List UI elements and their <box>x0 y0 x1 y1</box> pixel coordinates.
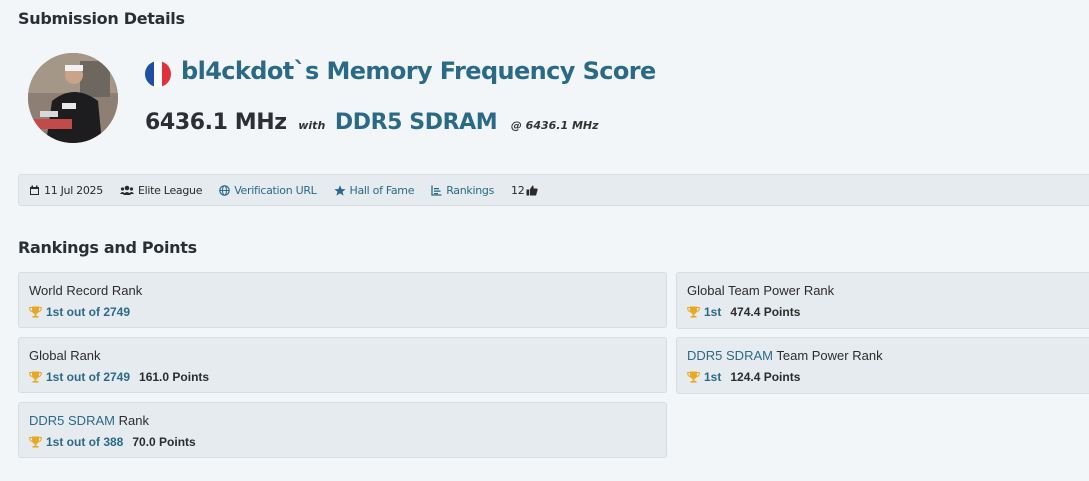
league-text: Elite League <box>137 183 203 197</box>
chart-icon <box>431 185 442 196</box>
trophy-icon <box>29 306 42 318</box>
avatar-image <box>28 53 118 143</box>
rankings-text: Rankings <box>446 183 495 197</box>
trophy-icon <box>29 436 42 448</box>
card-label: Global Rank <box>29 348 101 363</box>
card-label-rest: Team Power Rank <box>776 348 883 363</box>
with-label: with <box>298 119 326 132</box>
hardware-link[interactable]: DDR5 SDRAM <box>29 413 115 428</box>
points-value: 161.0 Points <box>139 370 210 384</box>
calendar-icon <box>30 185 39 195</box>
hardware-link[interactable]: DDR5 SDRAM <box>335 110 498 135</box>
score-value: 6436.1 MHz <box>145 110 287 135</box>
verification-link[interactable]: Verification URL <box>219 183 317 197</box>
rank-link[interactable]: 1st out of 2749 <box>46 370 130 384</box>
card-label-rest: Rank <box>118 413 149 428</box>
date-text: 11 Jul 2025 <box>44 183 103 197</box>
avatar[interactable] <box>28 53 118 143</box>
date-item: 11 Jul 2025 <box>29 184 103 197</box>
hardware-link[interactable]: DDR5 SDRAM <box>687 348 773 363</box>
star-icon <box>333 184 346 196</box>
league-item: Elite League <box>119 183 203 197</box>
rankings-link[interactable]: Rankings <box>431 184 494 197</box>
card-rank-line: 1st 124.4 Points <box>687 370 1089 384</box>
card-rank-line: 1st out of 388 70.0 Points <box>29 435 666 449</box>
global-team-power-rank-card: Global Team Power Rank 1st 474.4 Points <box>676 272 1089 329</box>
rank-link[interactable]: 1st <box>704 305 721 319</box>
trophy-icon <box>687 306 700 318</box>
hall-of-fame-link[interactable]: Hall of Fame <box>333 183 415 197</box>
card-label: World Record Rank <box>29 283 143 298</box>
hardware-rank-card: DDR5 SDRAM Rank 1st out of 388 70.0 Poin… <box>18 402 667 458</box>
global-rank-card: Global Rank 1st out of 2749 161.0 Points <box>18 337 667 393</box>
likes-count: 12 <box>511 183 525 197</box>
thumbs-up-icon <box>526 185 539 195</box>
globe-icon <box>219 184 230 196</box>
rank-link[interactable]: 1st out of 388 <box>46 435 123 449</box>
frequency-label: @ 6436.1 MHz <box>510 119 599 132</box>
trophy-icon <box>29 371 42 383</box>
card-rank-line: 1st 474.4 Points <box>687 305 1089 319</box>
card-rank-line: 1st out of 2749 <box>29 305 666 319</box>
rank-link[interactable]: 1st out of 2749 <box>46 305 130 319</box>
card-label: DDR5 SDRAM Team Power Rank <box>687 348 1089 364</box>
score-line: 6436.1 MHz with DDR5 SDRAM @ 6436.1 MHz <box>145 110 599 135</box>
users-icon <box>119 185 134 195</box>
submission-headline[interactable]: bl4ckdot`s Memory Frequency Score <box>181 57 656 85</box>
world-record-rank-card: World Record Rank 1st out of 2749 <box>18 272 667 328</box>
card-rank-line: 1st out of 2749 161.0 Points <box>29 370 666 384</box>
points-value: 474.4 Points <box>730 305 801 319</box>
rankings-title: Rankings and Points <box>18 238 197 257</box>
points-value: 70.0 Points <box>132 435 196 449</box>
verification-text: Verification URL <box>234 183 317 197</box>
france-flag-icon <box>145 61 171 87</box>
likes-item[interactable]: 12 <box>511 184 542 197</box>
hardware-team-power-rank-card: DDR5 SDRAM Team Power Rank 1st 124.4 Poi… <box>676 337 1089 394</box>
page-title: Submission Details <box>18 9 185 28</box>
info-bar: 11 Jul 2025 Elite League Verification UR… <box>18 174 1089 206</box>
trophy-icon <box>687 371 700 383</box>
card-label: DDR5 SDRAM Rank <box>29 413 666 429</box>
points-value: 124.4 Points <box>730 370 801 384</box>
card-label: Global Team Power Rank <box>687 283 835 298</box>
hall-of-fame-text: Hall of Fame <box>349 183 415 197</box>
rank-link[interactable]: 1st <box>704 370 721 384</box>
